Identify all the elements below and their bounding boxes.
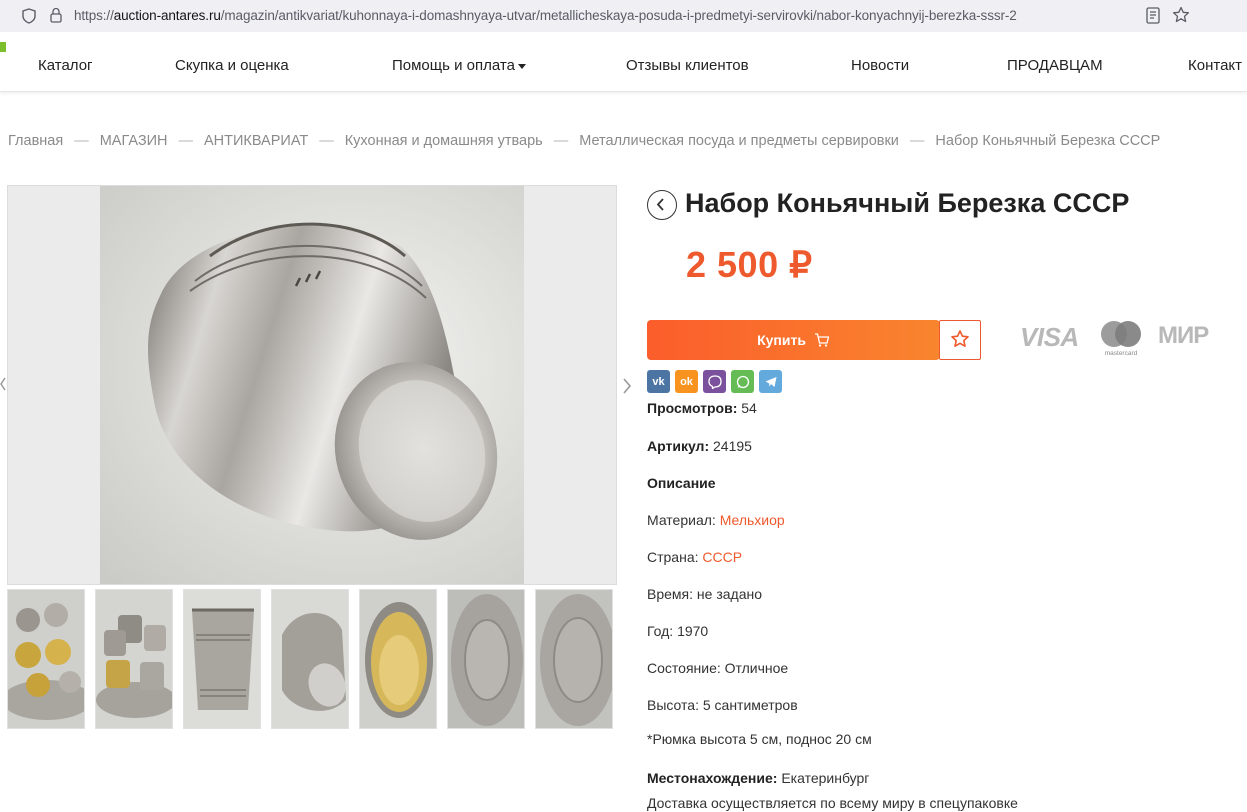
thumbnail-7[interactable] <box>535 589 613 729</box>
breadcrumb-current: Набор Коньячный Березка СССР <box>935 133 1161 149</box>
nav-contacts[interactable]: Контакт <box>1188 57 1242 74</box>
thumbnail-4[interactable] <box>271 589 349 729</box>
breadcrumb-metalware[interactable]: Металлическая посуда и предметы сервиров… <box>579 133 899 149</box>
condition-value: Отличное <box>724 660 789 676</box>
thumbnail-3[interactable] <box>183 589 261 729</box>
product-main-photo[interactable] <box>100 186 524 584</box>
mir-logo: МИР <box>1158 322 1209 349</box>
product-title: Набор Коньячный Березка СССР <box>685 188 1130 218</box>
nav-help-payment-label: Помощь и оплата <box>392 57 515 74</box>
height-value: 5 сантиметров <box>702 697 798 713</box>
gallery-prev-arrow-icon[interactable] <box>0 376 6 392</box>
year-label: Год: <box>647 623 674 639</box>
location-row: Местонахождение: Екатеринбург <box>647 770 869 786</box>
material-row: Материал: Мельхиор <box>647 512 785 528</box>
buy-button[interactable]: Купить <box>647 320 940 360</box>
thumbnail-2[interactable] <box>95 589 173 729</box>
condition-label: Состояние: <box>647 660 721 676</box>
browser-url-bar[interactable]: https://auction-antares.ru/magazin/antik… <box>0 0 1247 32</box>
product-price: 2 500 ₽ <box>686 244 813 285</box>
breadcrumb-kitchen[interactable]: Кухонная и домашняя утварь <box>345 133 543 149</box>
sku-label: Артикул: <box>647 438 710 454</box>
url-prefix: https:// <box>74 8 114 23</box>
views-row: Просмотров: 54 <box>647 400 757 416</box>
description-heading: Описание <box>647 475 716 491</box>
height-label: Высота: <box>647 697 699 713</box>
vk-share-icon[interactable]: vk <box>647 370 670 393</box>
material-label: Материал: <box>647 512 716 528</box>
year-value: 1970 <box>677 623 709 639</box>
whatsapp-share-icon[interactable] <box>731 370 754 393</box>
breadcrumb-separator: — <box>553 133 569 149</box>
logo-fragment <box>0 42 6 52</box>
nav-buyout[interactable]: Скупка и оценка <box>175 57 289 74</box>
url-text[interactable]: https://auction-antares.ru/magazin/antik… <box>74 8 1017 23</box>
main-nav: Каталог Скупка и оценка Помощь и оплата … <box>0 32 1247 92</box>
sku-row: Артикул: 24195 <box>647 438 752 454</box>
nav-reviews[interactable]: Отзывы клиентов <box>626 57 749 74</box>
breadcrumb-antiques[interactable]: АНТИКВАРИАТ <box>204 133 308 149</box>
size-note: *Рюмка высота 5 см, поднос 20 см <box>647 731 872 747</box>
country-label: Страна: <box>647 549 699 565</box>
country-link[interactable]: СССР <box>702 549 742 565</box>
gallery-next-arrow-icon[interactable] <box>621 376 633 396</box>
time-label: Время: <box>647 586 694 602</box>
thumbnail-6[interactable] <box>447 589 525 729</box>
star-outline-icon <box>951 329 969 347</box>
product-gallery[interactable] <box>7 185 617 585</box>
nav-help-payment[interactable]: Помощь и оплата <box>392 57 526 74</box>
height-row: Высота: 5 сантиметров <box>647 697 798 713</box>
mastercard-logo: mastercard <box>1097 318 1145 358</box>
url-domain: auction-antares.ru <box>113 8 221 23</box>
breadcrumb-separator: — <box>178 133 194 149</box>
viber-share-icon[interactable] <box>703 370 726 393</box>
views-value: 54 <box>741 400 757 416</box>
breadcrumb-shop[interactable]: МАГАЗИН <box>100 133 168 149</box>
delivery-note: Доставка осуществляется по всему миру в … <box>647 795 1018 811</box>
time-value: не задано <box>696 586 762 602</box>
country-row: Страна: СССР <box>647 549 742 565</box>
back-button[interactable] <box>647 190 677 220</box>
url-path: /magazin/antikvariat/kuhonnaya-i-domashn… <box>220 8 1017 23</box>
nav-sellers[interactable]: ПРОДАВЦАМ <box>1007 57 1103 74</box>
breadcrumb-separator: — <box>74 133 89 149</box>
bookmark-star-icon[interactable] <box>1172 6 1190 24</box>
nav-catalog[interactable]: Каталог <box>38 57 93 74</box>
breadcrumb-home[interactable]: Главная <box>8 133 63 149</box>
buy-button-label: Купить <box>757 332 806 348</box>
caret-down-icon <box>517 63 526 69</box>
time-row: Время: не задано <box>647 586 762 602</box>
svg-text:mastercard: mastercard <box>1105 350 1138 357</box>
telegram-share-icon[interactable] <box>759 370 782 393</box>
breadcrumb-separator: — <box>319 133 334 149</box>
add-to-favorites-button[interactable] <box>939 320 981 360</box>
year-row: Год: 1970 <box>647 623 708 639</box>
thumbnail-1[interactable] <box>7 589 85 729</box>
condition-row: Состояние: Отличное <box>647 660 788 676</box>
breadcrumb: Главная — МАГАЗИН — АНТИКВАРИАТ — Кухонная и д… <box>8 133 1160 149</box>
breadcrumb-separator: — <box>909 133 925 149</box>
location-label: Местонахождение: <box>647 770 778 786</box>
sku-value: 24195 <box>713 438 752 454</box>
views-label: Просмотров: <box>647 400 738 416</box>
cart-icon <box>814 333 830 347</box>
chevron-left-icon <box>656 198 664 211</box>
thumbnail-5[interactable] <box>359 589 437 729</box>
thumbnail-strip <box>7 589 617 729</box>
reader-view-icon[interactable] <box>1146 7 1160 24</box>
material-link[interactable]: Мельхиор <box>720 512 785 528</box>
visa-logo: VISA <box>1020 322 1079 352</box>
location-value: Екатеринбург <box>781 770 870 786</box>
odnoklassniki-share-icon[interactable]: ok <box>675 370 698 393</box>
nav-news[interactable]: Новости <box>851 57 909 74</box>
lock-icon[interactable] <box>50 7 62 23</box>
shield-icon[interactable] <box>22 8 36 24</box>
